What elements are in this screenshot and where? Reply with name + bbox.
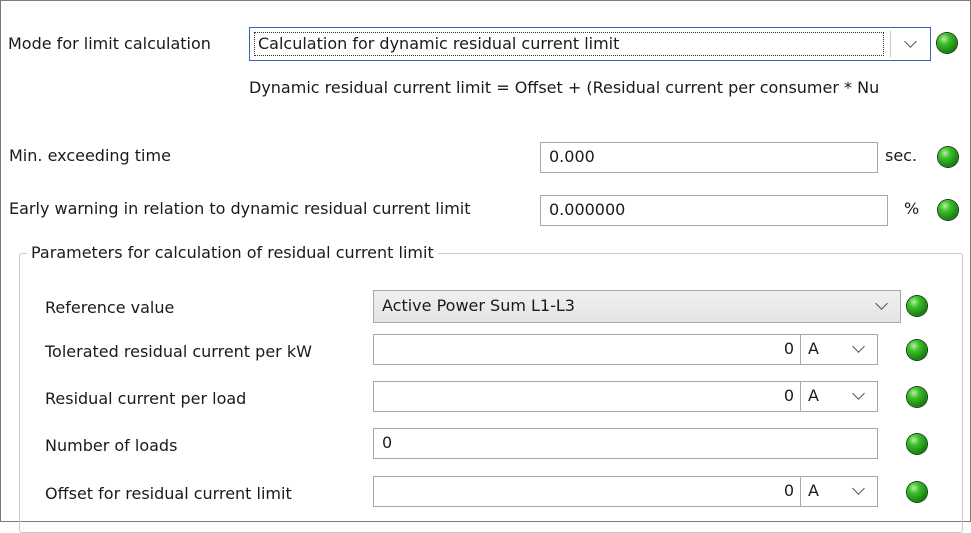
per-load-unit-select[interactable]: A: [800, 381, 878, 412]
num-loads-input[interactable]: 0: [373, 428, 878, 459]
reference-value-select-value: Active Power Sum L1-L3: [382, 296, 575, 315]
mode-dropdown-button[interactable]: [900, 32, 922, 56]
exceeding-time-input[interactable]: 0.000: [540, 142, 878, 173]
mode-select-value: Calculation for dynamic residual current…: [258, 34, 620, 53]
offset-status-led-icon: [907, 482, 927, 502]
reference-value-select[interactable]: Active Power Sum L1-L3: [373, 290, 901, 323]
early-warning-status-led-icon: [938, 200, 958, 220]
num-loads-label: Number of loads: [45, 436, 178, 455]
exceeding-time-label: Min. exceeding time: [9, 146, 171, 165]
tolerated-status-led-icon: [907, 340, 927, 360]
reference-value-label: Reference value: [45, 298, 175, 317]
offset-label: Offset for residual current limit: [45, 484, 292, 503]
early-warning-input[interactable]: 0.000000: [540, 195, 888, 226]
exceeding-time-status-led-icon: [938, 147, 958, 167]
parameters-group-title: Parameters for calculation of residual c…: [27, 242, 438, 264]
mode-label: Mode for limit calculation: [8, 34, 211, 53]
chevron-down-icon: [852, 482, 865, 495]
formula-text: Dynamic residual current limit = Offset …: [249, 78, 880, 97]
per-load-input[interactable]: 0: [373, 381, 801, 412]
reference-status-led-icon: [907, 296, 927, 316]
tolerated-label: Tolerated residual current per kW: [45, 342, 312, 361]
early-warning-unit: %: [904, 199, 920, 218]
chevron-down-icon: [852, 387, 865, 400]
tolerated-unit-value: A: [808, 339, 819, 358]
mode-select[interactable]: Calculation for dynamic residual current…: [249, 27, 931, 61]
chevron-down-icon[interactable]: [875, 297, 888, 310]
chevron-down-icon: [852, 340, 865, 353]
offset-input[interactable]: 0: [373, 476, 801, 507]
mode-status-led-icon: [937, 33, 957, 53]
early-warning-label: Early warning in relation to dynamic res…: [9, 199, 471, 218]
select-divider: [890, 31, 891, 57]
per-load-label: Residual current per load: [45, 389, 247, 408]
tolerated-unit-select[interactable]: A: [800, 334, 878, 365]
chevron-down-icon: [904, 35, 917, 48]
tolerated-input[interactable]: 0: [373, 334, 801, 365]
num-loads-status-led-icon: [907, 434, 927, 454]
offset-unit-value: A: [808, 481, 819, 500]
per-load-status-led-icon: [907, 387, 927, 407]
exceeding-time-unit: sec.: [885, 146, 918, 165]
per-load-unit-value: A: [808, 386, 819, 405]
offset-unit-select[interactable]: A: [800, 476, 878, 507]
